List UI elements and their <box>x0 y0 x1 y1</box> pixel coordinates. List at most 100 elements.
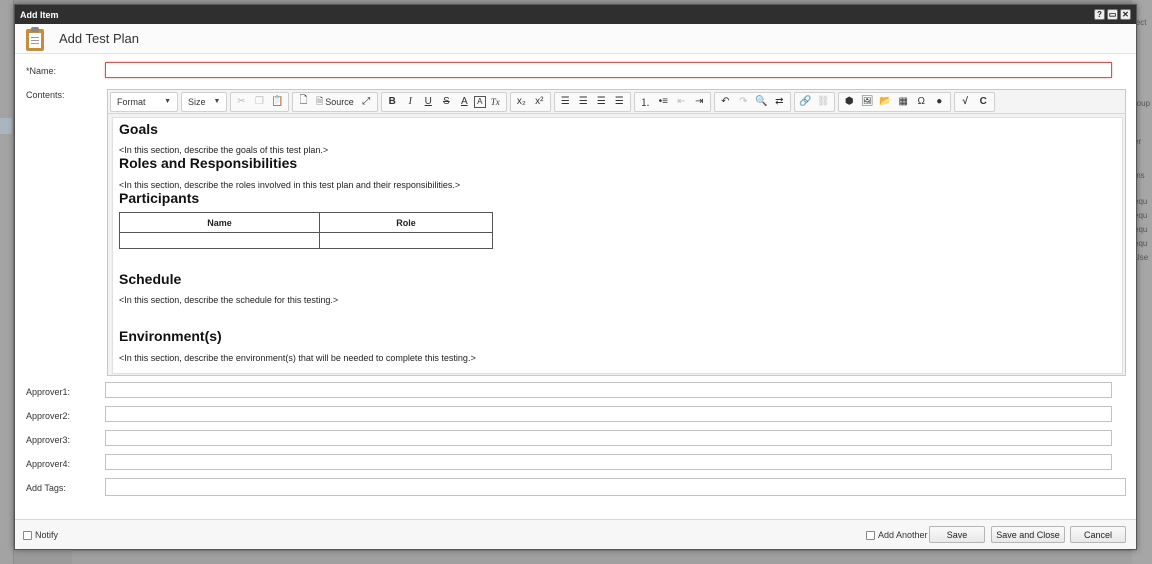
align-right-icon[interactable]: ☰ <box>593 93 610 111</box>
math-formula-icon[interactable]: √ <box>957 93 974 111</box>
chevron-down-icon: ▼ <box>213 98 221 105</box>
script-group: x₂ x² <box>509 91 551 112</box>
environment-text: <In this section, describe the environme… <box>119 353 476 363</box>
paste-icon[interactable]: 📋 <box>269 93 286 111</box>
add-another-checkbox[interactable] <box>866 531 875 540</box>
roles-text: <In this section, describe the roles inv… <box>119 180 461 190</box>
link-icon[interactable]: 🔗 <box>797 93 814 111</box>
dialog-titlebar[interactable]: Add Item ? ▭ ✕ <box>15 5 1136 24</box>
schedule-heading: Schedule <box>119 271 182 287</box>
notify-checkbox[interactable] <box>23 531 32 540</box>
format-dropdown[interactable]: Format ▼ <box>110 91 178 112</box>
align-justify-icon[interactable]: ☰ <box>611 93 628 111</box>
approver3-input[interactable] <box>105 430 1112 446</box>
underline-button[interactable]: U <box>420 93 437 111</box>
table-row <box>119 232 493 249</box>
chevron-down-icon: ▼ <box>164 98 171 105</box>
name-input[interactable] <box>105 62 1112 78</box>
accessibility-icon[interactable]: ● <box>931 93 948 111</box>
cancel-button[interactable]: Cancel <box>1070 526 1126 543</box>
close-button[interactable]: ✕ <box>1120 9 1131 20</box>
list-group: ⒈ •≡ ⇤ ⇥ <box>633 91 711 112</box>
format-dropdown-label: Format <box>117 96 146 107</box>
new-page-icon[interactable]: 🗋 <box>295 93 312 111</box>
help-button[interactable]: ? <box>1094 9 1105 20</box>
name-label: *Name: <box>26 66 57 76</box>
schedule-text: <In this section, describe the schedule … <box>119 295 339 305</box>
superscript-button[interactable]: x² <box>531 93 548 111</box>
unlink-icon[interactable]: ⛓ <box>815 93 832 111</box>
editor-content-area[interactable]: Goals <In this section, describe the goa… <box>112 117 1123 374</box>
text-color-button[interactable]: A <box>456 93 473 111</box>
undo-icon[interactable]: ↶ <box>717 93 734 111</box>
redo-icon[interactable]: ↷ <box>735 93 752 111</box>
table-icon[interactable]: ▦ <box>895 93 912 111</box>
save-button[interactable]: Save <box>929 526 985 543</box>
outdent-icon[interactable]: ⇤ <box>673 93 690 111</box>
bold-button[interactable]: B <box>384 93 401 111</box>
participants-table[interactable]: Name Role <box>119 212 493 249</box>
approver4-label: Approver4: <box>26 459 71 469</box>
cut-icon[interactable]: ✂ <box>233 93 250 111</box>
copy-icon[interactable]: ❐ <box>251 93 268 111</box>
source-button[interactable]: 🗎 Source <box>313 93 357 111</box>
image-icon[interactable]: 🖼 <box>859 93 876 111</box>
align-center-icon[interactable]: ☰ <box>575 93 592 111</box>
maximize-button[interactable]: ▭ <box>1107 9 1118 20</box>
clipboard-icon <box>25 26 45 51</box>
find-icon[interactable]: 🔍 <box>753 93 770 111</box>
numbered-list-icon[interactable]: ⒈ <box>637 93 654 111</box>
clipboard-group: ✂ ❐ 📋 <box>230 91 289 112</box>
notify-label: Notify <box>35 530 59 540</box>
dialog-footer: Notify Add Another Save Save and Close C… <box>15 519 1136 549</box>
table-header-role: Role <box>319 212 493 233</box>
dialog-header: Add Test Plan <box>15 24 1136 54</box>
math-group: √ C <box>953 91 995 112</box>
editor-toolbar: Format ▼ Size ▼ ✂ ❐ 📋 🗋 🗎 Source ⤢ B I U… <box>108 90 1125 114</box>
refresh-icon[interactable]: C <box>975 93 992 111</box>
table-cell[interactable] <box>119 232 320 249</box>
size-dropdown-label: Size <box>188 96 206 107</box>
goals-heading: Goals <box>119 121 158 137</box>
save-and-close-button[interactable]: Save and Close <box>991 526 1065 543</box>
folder-icon[interactable]: 📂 <box>877 93 894 111</box>
page-title: Add Test Plan <box>59 31 139 46</box>
contents-label: Contents: <box>26 90 65 100</box>
add-item-dialog: Add Item ? ▭ ✕ Add Test Plan *Name: Cont… <box>14 4 1137 550</box>
approver2-label: Approver2: <box>26 411 71 421</box>
insert-widget-icon[interactable]: ⬢ <box>841 93 858 111</box>
approver3-label: Approver3: <box>26 435 71 445</box>
contents-editor: Format ▼ Size ▼ ✂ ❐ 📋 🗋 🗎 Source ⤢ B I U… <box>107 89 1126 376</box>
table-header-name: Name <box>119 212 320 233</box>
text-style-group: B I U S A A Tx <box>380 91 507 112</box>
approver1-label: Approver1: <box>26 387 71 397</box>
italic-button[interactable]: I <box>402 93 419 111</box>
table-cell[interactable] <box>319 232 493 249</box>
background-left-selection <box>0 118 12 134</box>
bulleted-list-icon[interactable]: •≡ <box>655 93 672 111</box>
size-dropdown[interactable]: Size ▼ <box>181 91 227 112</box>
environment-heading: Environment(s) <box>119 328 222 344</box>
subscript-button[interactable]: x₂ <box>513 93 530 111</box>
tags-label: Add Tags: <box>26 483 66 493</box>
strikethrough-button[interactable]: S <box>438 93 455 111</box>
background-bottom-bar <box>72 550 1132 564</box>
approver1-input[interactable] <box>105 382 1112 398</box>
source-label: Source <box>325 96 354 107</box>
background-left-panel <box>0 0 14 564</box>
background-color-button[interactable]: A <box>473 95 486 108</box>
document-group: 🗋 🗎 Source ⤢ <box>292 91 378 112</box>
participants-heading: Participants <box>119 190 200 206</box>
link-group: 🔗 ⛓ <box>793 91 835 112</box>
tags-input[interactable] <box>105 478 1126 496</box>
indent-icon[interactable]: ⇥ <box>691 93 708 111</box>
approver4-input[interactable] <box>105 454 1112 470</box>
align-left-icon[interactable]: ☰ <box>557 93 574 111</box>
edit-group: ↶ ↷ 🔍 ⇄ <box>713 91 791 112</box>
approver2-input[interactable] <box>105 406 1112 422</box>
special-character-icon[interactable]: Ω <box>913 93 930 111</box>
maximize-editor-icon[interactable]: ⤢ <box>358 93 375 111</box>
source-icon: 🗎 <box>316 95 324 106</box>
remove-format-button[interactable]: Tx <box>487 93 504 111</box>
replace-icon[interactable]: ⇄ <box>771 93 788 111</box>
